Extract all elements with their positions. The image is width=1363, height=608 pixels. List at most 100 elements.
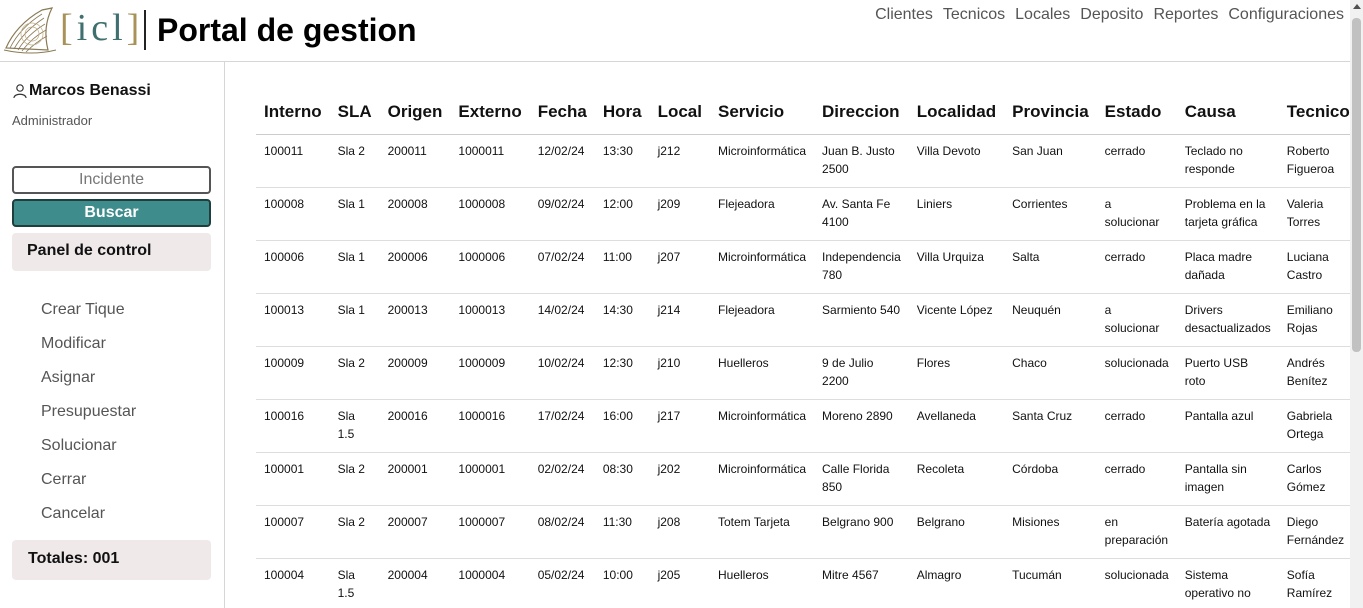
cell-causa: Teclado no responde: [1176, 134, 1279, 188]
cell-localidad: Vicente López: [908, 293, 1005, 347]
cell-interno: 100016: [256, 399, 330, 453]
col-provincia[interactable]: Provincia: [1004, 90, 1097, 135]
cell-externo: 1000009: [450, 346, 530, 400]
table-row[interactable]: 100008 Sla 1 200008 1000008 09/02/24 12:…: [256, 187, 1350, 241]
scroll-thumb[interactable]: [1352, 18, 1361, 352]
cell-hora: 11:30: [594, 505, 650, 559]
cell-estado: solucionada: [1096, 346, 1177, 400]
cell-servicio: Flejeadora: [709, 187, 815, 241]
menu-cerrar[interactable]: Cerrar: [41, 471, 136, 505]
cell-interno: 100001: [256, 452, 330, 506]
cell-fecha: 05/02/24: [529, 558, 595, 608]
table-row[interactable]: 100006 Sla 1 200006 1000006 07/02/24 11:…: [256, 240, 1350, 294]
side-menu: Crear Tique Modificar Asignar Presupuest…: [41, 301, 136, 539]
cell-local: j202: [649, 452, 710, 506]
cell-fecha: 07/02/24: [529, 240, 595, 294]
col-servicio[interactable]: Servicio: [709, 90, 815, 135]
menu-solucionar[interactable]: Solucionar: [41, 437, 136, 471]
menu-asignar[interactable]: Asignar: [41, 369, 136, 403]
top-nav: Clientes Tecnicos Locales Deposito Repor…: [875, 6, 1344, 24]
table-row[interactable]: 100016 Sla 1.5 200016 1000016 17/02/24 1…: [256, 399, 1350, 453]
cell-origen: 200004: [379, 558, 451, 608]
cell-local: j210: [649, 346, 710, 400]
cell-tecnico: Carlos Gómez: [1278, 452, 1350, 506]
col-tecnico[interactable]: Tecnico: [1278, 90, 1350, 135]
nav-deposito[interactable]: Deposito: [1080, 6, 1143, 24]
cell-interno: 100009: [256, 346, 330, 400]
cell-tecnico: Roberto Figueroa: [1278, 134, 1350, 188]
table-row[interactable]: 100011 Sla 2 200011 1000011 12/02/24 13:…: [256, 134, 1350, 188]
cell-servicio: Totem Tarjeta: [709, 505, 815, 559]
cell-direccion: Independencia 780: [814, 240, 909, 294]
cell-hora: 10:00: [594, 558, 650, 608]
cell-direccion: Mitre 4567: [814, 558, 909, 608]
cell-servicio: Huelleros: [709, 346, 815, 400]
cell-externo: 1000013: [450, 293, 530, 347]
table-row[interactable]: 100001 Sla 2 200001 1000001 02/02/24 08:…: [256, 452, 1350, 506]
cell-hora: 12:00: [594, 187, 650, 241]
menu-crear-tique[interactable]: Crear Tique: [41, 301, 136, 335]
col-externo[interactable]: Externo: [450, 90, 530, 135]
scroll-up-arrow-icon[interactable]: [1353, 4, 1361, 9]
cell-localidad: Belgrano: [908, 505, 1005, 559]
top-header: [icl] Portal de gestion Clientes Tecnico…: [0, 0, 1363, 62]
col-origen[interactable]: Origen: [379, 90, 451, 135]
cell-origen: 200009: [379, 346, 451, 400]
cell-estado: solucionada: [1096, 558, 1177, 608]
search-button[interactable]: Buscar: [12, 199, 211, 227]
cell-hora: 14:30: [594, 293, 650, 347]
panel-de-control[interactable]: Panel de control: [12, 233, 211, 271]
col-local[interactable]: Local: [649, 90, 710, 135]
cell-externo: 1000004: [450, 558, 530, 608]
col-fecha[interactable]: Fecha: [529, 90, 595, 135]
cell-sla: Sla 1: [329, 240, 380, 294]
menu-modificar[interactable]: Modificar: [41, 335, 136, 369]
col-causa[interactable]: Causa: [1176, 90, 1279, 135]
cell-estado: cerrado: [1096, 452, 1177, 506]
cell-causa: Placa madre dañada: [1176, 240, 1279, 294]
cell-localidad: Flores: [908, 346, 1005, 400]
cell-fecha: 02/02/24: [529, 452, 595, 506]
nav-tecnicos[interactable]: Tecnicos: [943, 6, 1005, 24]
cell-servicio: Huelleros: [709, 558, 815, 608]
cell-externo: 1000006: [450, 240, 530, 294]
cell-direccion: Belgrano 900: [814, 505, 909, 559]
cell-interno: 100007: [256, 505, 330, 559]
cell-causa: Pantalla sin imagen: [1176, 452, 1279, 506]
menu-cancelar[interactable]: Cancelar: [41, 505, 136, 539]
cell-direccion: Moreno 2890: [814, 399, 909, 453]
cell-fecha: 09/02/24: [529, 187, 595, 241]
cell-provincia: Santa Cruz: [1004, 399, 1097, 453]
page-scrollbar[interactable]: [1350, 0, 1363, 608]
table-row[interactable]: 100013 Sla 1 200013 1000013 14/02/24 14:…: [256, 293, 1350, 347]
col-hora[interactable]: Hora: [594, 90, 650, 135]
cell-tecnico: Sofía Ramírez: [1278, 558, 1350, 608]
cell-fecha: 17/02/24: [529, 399, 595, 453]
nav-clientes[interactable]: Clientes: [875, 6, 933, 24]
user-role: Administrador: [12, 113, 93, 128]
table-row[interactable]: 100004 Sla 1.5 200004 1000004 05/02/24 1…: [256, 558, 1350, 608]
cell-tecnico: Emiliano Rojas: [1278, 293, 1350, 347]
cell-interno: 100008: [256, 187, 330, 241]
table-row[interactable]: 100007 Sla 2 200007 1000007 08/02/24 11:…: [256, 505, 1350, 559]
nav-locales[interactable]: Locales: [1015, 6, 1070, 24]
col-interno[interactable]: Interno: [256, 90, 330, 135]
cell-interno: 100011: [256, 134, 330, 188]
cell-tecnico: Valeria Torres: [1278, 187, 1350, 241]
cell-provincia: San Juan: [1004, 134, 1097, 188]
cell-tecnico: Luciana Castro: [1278, 240, 1350, 294]
col-localidad[interactable]: Localidad: [908, 90, 1005, 135]
cell-sla: Sla 2: [329, 452, 380, 506]
nav-configuraciones[interactable]: Configuraciones: [1228, 6, 1344, 24]
col-sla[interactable]: SLA: [329, 90, 380, 135]
cell-local: j207: [649, 240, 710, 294]
incident-search-input[interactable]: [12, 166, 211, 194]
col-direccion[interactable]: Direccion: [814, 90, 909, 135]
table-row[interactable]: 100009 Sla 2 200009 1000009 10/02/24 12:…: [256, 346, 1350, 400]
cell-localidad: Almagro: [908, 558, 1005, 608]
cell-fecha: 12/02/24: [529, 134, 595, 188]
menu-presupuestar[interactable]: Presupuestar: [41, 403, 136, 437]
col-estado[interactable]: Estado: [1096, 90, 1177, 135]
cell-estado: en preparación: [1096, 505, 1177, 559]
nav-reportes[interactable]: Reportes: [1153, 6, 1218, 24]
